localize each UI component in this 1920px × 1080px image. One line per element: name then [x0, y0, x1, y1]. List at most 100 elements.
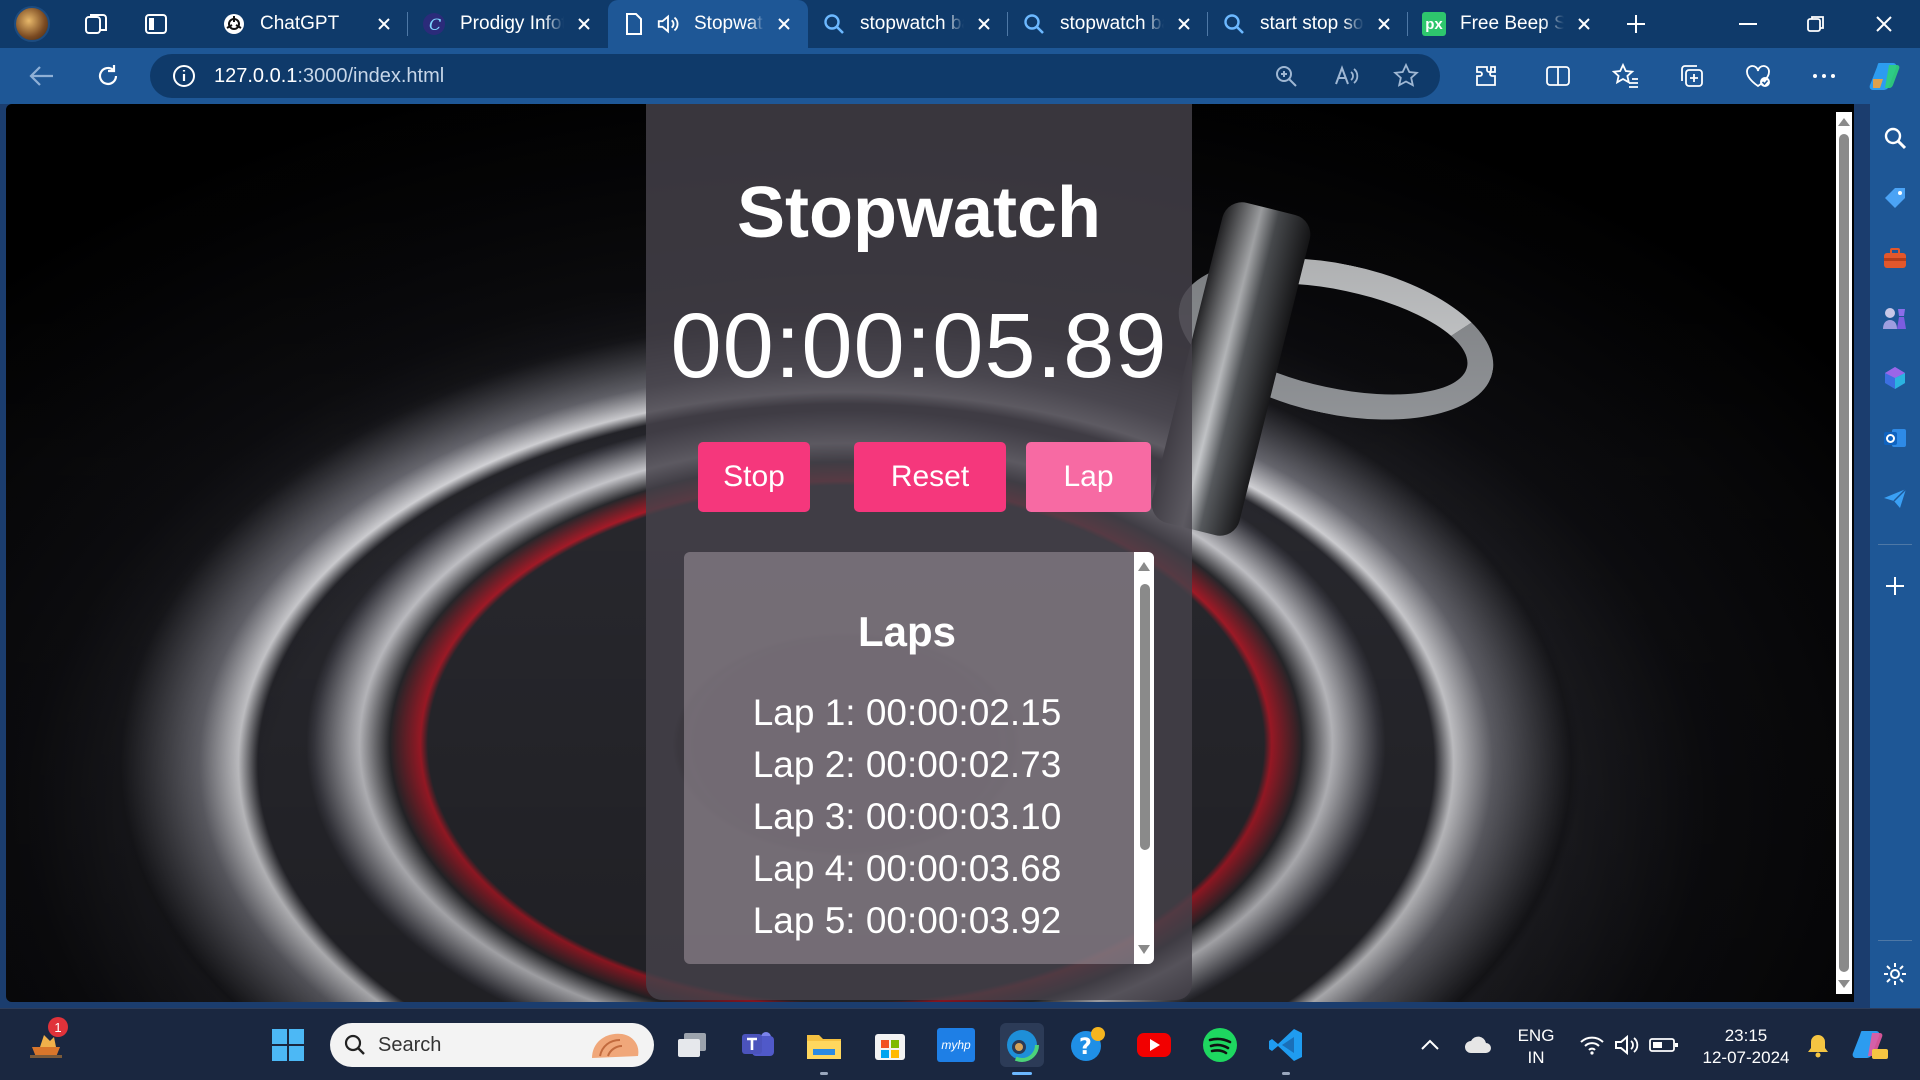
vscode-icon[interactable] — [1264, 1023, 1308, 1075]
search-icon — [1222, 12, 1246, 36]
laps-scrollbar[interactable] — [1134, 552, 1154, 964]
copilot-taskbar-icon[interactable] — [1848, 1023, 1892, 1067]
scroll-thumb[interactable] — [1839, 134, 1849, 972]
start-button[interactable] — [266, 1023, 310, 1067]
copilot-icon[interactable] — [1866, 56, 1906, 96]
close-tab-icon[interactable] — [774, 14, 794, 34]
search-placeholder: Search — [378, 1033, 442, 1056]
lap-item: Lap 4: 00:00:03.68 — [752, 848, 1062, 889]
scroll-up-arrow-icon[interactable] — [1138, 562, 1150, 571]
tab-chatgpt[interactable]: ChatGPT — [208, 0, 408, 48]
lap-button[interactable]: Lap — [1026, 442, 1151, 512]
restore-button[interactable] — [1782, 0, 1850, 48]
sidebar-settings-icon[interactable] — [1875, 954, 1915, 994]
tab-prodigy[interactable]: C Prodigy Infotech — [408, 0, 608, 48]
task-view-icon[interactable] — [670, 1023, 714, 1067]
language-code: ENG — [1517, 1026, 1555, 1045]
shopping-tag-icon[interactable] — [1875, 178, 1915, 218]
close-tab-icon[interactable] — [1374, 14, 1394, 34]
zoom-icon[interactable] — [1266, 56, 1306, 96]
chatgpt-icon — [222, 12, 246, 36]
time-display: 00:00:05.89 — [670, 295, 1168, 397]
scroll-down-arrow-icon[interactable] — [1138, 945, 1150, 954]
drop-send-icon[interactable] — [1875, 478, 1915, 518]
onedrive-icon[interactable] — [1456, 1023, 1500, 1067]
add-sidebar-app-icon[interactable] — [1875, 566, 1915, 606]
close-tab-icon[interactable] — [1174, 14, 1194, 34]
favorite-star-icon[interactable] — [1386, 56, 1426, 96]
address-bar[interactable]: 127.0.0.1:3000/index.html — [150, 54, 1440, 98]
edge-taskbar-icon[interactable] — [1000, 1023, 1044, 1075]
microsoft-store-icon[interactable] — [868, 1023, 912, 1067]
tab-title: stopwatch background image — [1060, 13, 1164, 34]
microsoft-365-icon[interactable] — [1875, 358, 1915, 398]
favorites-icon[interactable] — [1606, 56, 1646, 96]
page-scrollbar[interactable] — [1836, 112, 1852, 994]
laps-panel[interactable]: Laps Lap 1: 00:00:02.15 Lap 2: 00:00:02.… — [684, 552, 1154, 964]
games-icon[interactable] — [1875, 298, 1915, 338]
search-icon — [1022, 12, 1046, 36]
close-window-button[interactable] — [1850, 0, 1918, 48]
stop-button[interactable]: Stop — [698, 442, 810, 512]
split-screen-icon[interactable] — [1538, 56, 1578, 96]
get-help-icon[interactable]: ? — [1066, 1023, 1110, 1067]
url-host: 127.0.0.1 — [214, 64, 298, 87]
new-tab-button[interactable] — [1614, 2, 1658, 46]
pixabay-icon: px — [1422, 12, 1446, 36]
page-title: Stopwatch — [736, 173, 1101, 253]
minimize-button[interactable] — [1714, 0, 1782, 48]
clock-time: 23:15 — [1724, 1026, 1768, 1045]
teams-icon[interactable] — [736, 1023, 780, 1067]
file-explorer-icon[interactable] — [802, 1023, 846, 1075]
tab-actions-icon[interactable] — [136, 4, 176, 44]
language-indicator[interactable]: ENG IN — [1510, 1025, 1562, 1069]
close-tab-icon[interactable] — [1574, 14, 1594, 34]
back-button[interactable] — [22, 56, 62, 96]
close-tab-icon[interactable] — [374, 14, 394, 34]
spotify-icon[interactable] — [1198, 1023, 1242, 1067]
notification-bell-icon[interactable] — [1796, 1023, 1840, 1067]
tab-title: Free Beep Sound — [1460, 13, 1564, 34]
myhp-icon[interactable]: myhp — [934, 1023, 978, 1067]
taskbar-search[interactable]: Search — [330, 1023, 654, 1067]
tab-free-beep-sound[interactable]: px Free Beep Sound — [1408, 0, 1608, 48]
collections-icon[interactable] — [1672, 56, 1712, 96]
site-info-icon[interactable] — [164, 56, 204, 96]
tab-title: ChatGPT — [260, 13, 340, 34]
svg-text:C: C — [429, 15, 441, 34]
tab-stopwatch[interactable]: Stopwatch — [608, 0, 808, 48]
clock[interactable]: 23:15 12-07-2024 — [1694, 1025, 1798, 1069]
audio-playing-icon[interactable] — [656, 12, 680, 36]
more-options-icon[interactable] — [1804, 56, 1844, 96]
tab-stopwatch-background[interactable]: stopwatch background — [808, 0, 1008, 48]
read-aloud-icon[interactable] — [1326, 56, 1366, 96]
widgets-icon[interactable]: 1 — [24, 1017, 68, 1067]
lap-item: Lap 3: 00:00:03.10 — [752, 796, 1062, 837]
scroll-down-arrow-icon[interactable] — [1838, 980, 1850, 988]
reset-button[interactable]: Reset — [854, 442, 1006, 512]
outlook-icon[interactable] — [1875, 418, 1915, 458]
refresh-button[interactable] — [88, 56, 128, 96]
extensions-icon[interactable] — [1466, 56, 1506, 96]
prodigy-icon: C — [422, 12, 446, 36]
tab-title: start stop sound — [1260, 13, 1364, 34]
url-text[interactable]: 127.0.0.1:3000/index.html — [214, 65, 444, 88]
close-tab-icon[interactable] — [574, 14, 594, 34]
browser-essentials-icon[interactable] — [1738, 56, 1778, 96]
tab-start-stop-sound[interactable]: start stop sound — [1208, 0, 1408, 48]
workspaces-icon[interactable] — [76, 4, 116, 44]
close-tab-icon[interactable] — [974, 14, 994, 34]
sidebar-search-icon[interactable] — [1875, 118, 1915, 158]
show-hidden-icons-icon[interactable] — [1408, 1023, 1452, 1067]
tab-bar: ChatGPT C Prodigy Infotech Stopwatch sto… — [0, 0, 1920, 48]
scroll-thumb[interactable] — [1140, 584, 1150, 850]
sidebar-separator — [1878, 544, 1912, 545]
lap-list: Lap 1: 00:00:02.15 Lap 2: 00:00:02.73 La… — [684, 692, 1130, 952]
scroll-up-arrow-icon[interactable] — [1838, 118, 1850, 126]
tab-stopwatch-background-image[interactable]: stopwatch background image — [1008, 0, 1208, 48]
tools-briefcase-icon[interactable] — [1875, 238, 1915, 278]
youtube-icon[interactable] — [1132, 1023, 1176, 1067]
battery-icon[interactable] — [1642, 1023, 1686, 1067]
svg-text:?: ? — [1079, 1035, 1092, 1060]
profile-avatar[interactable] — [14, 6, 50, 42]
